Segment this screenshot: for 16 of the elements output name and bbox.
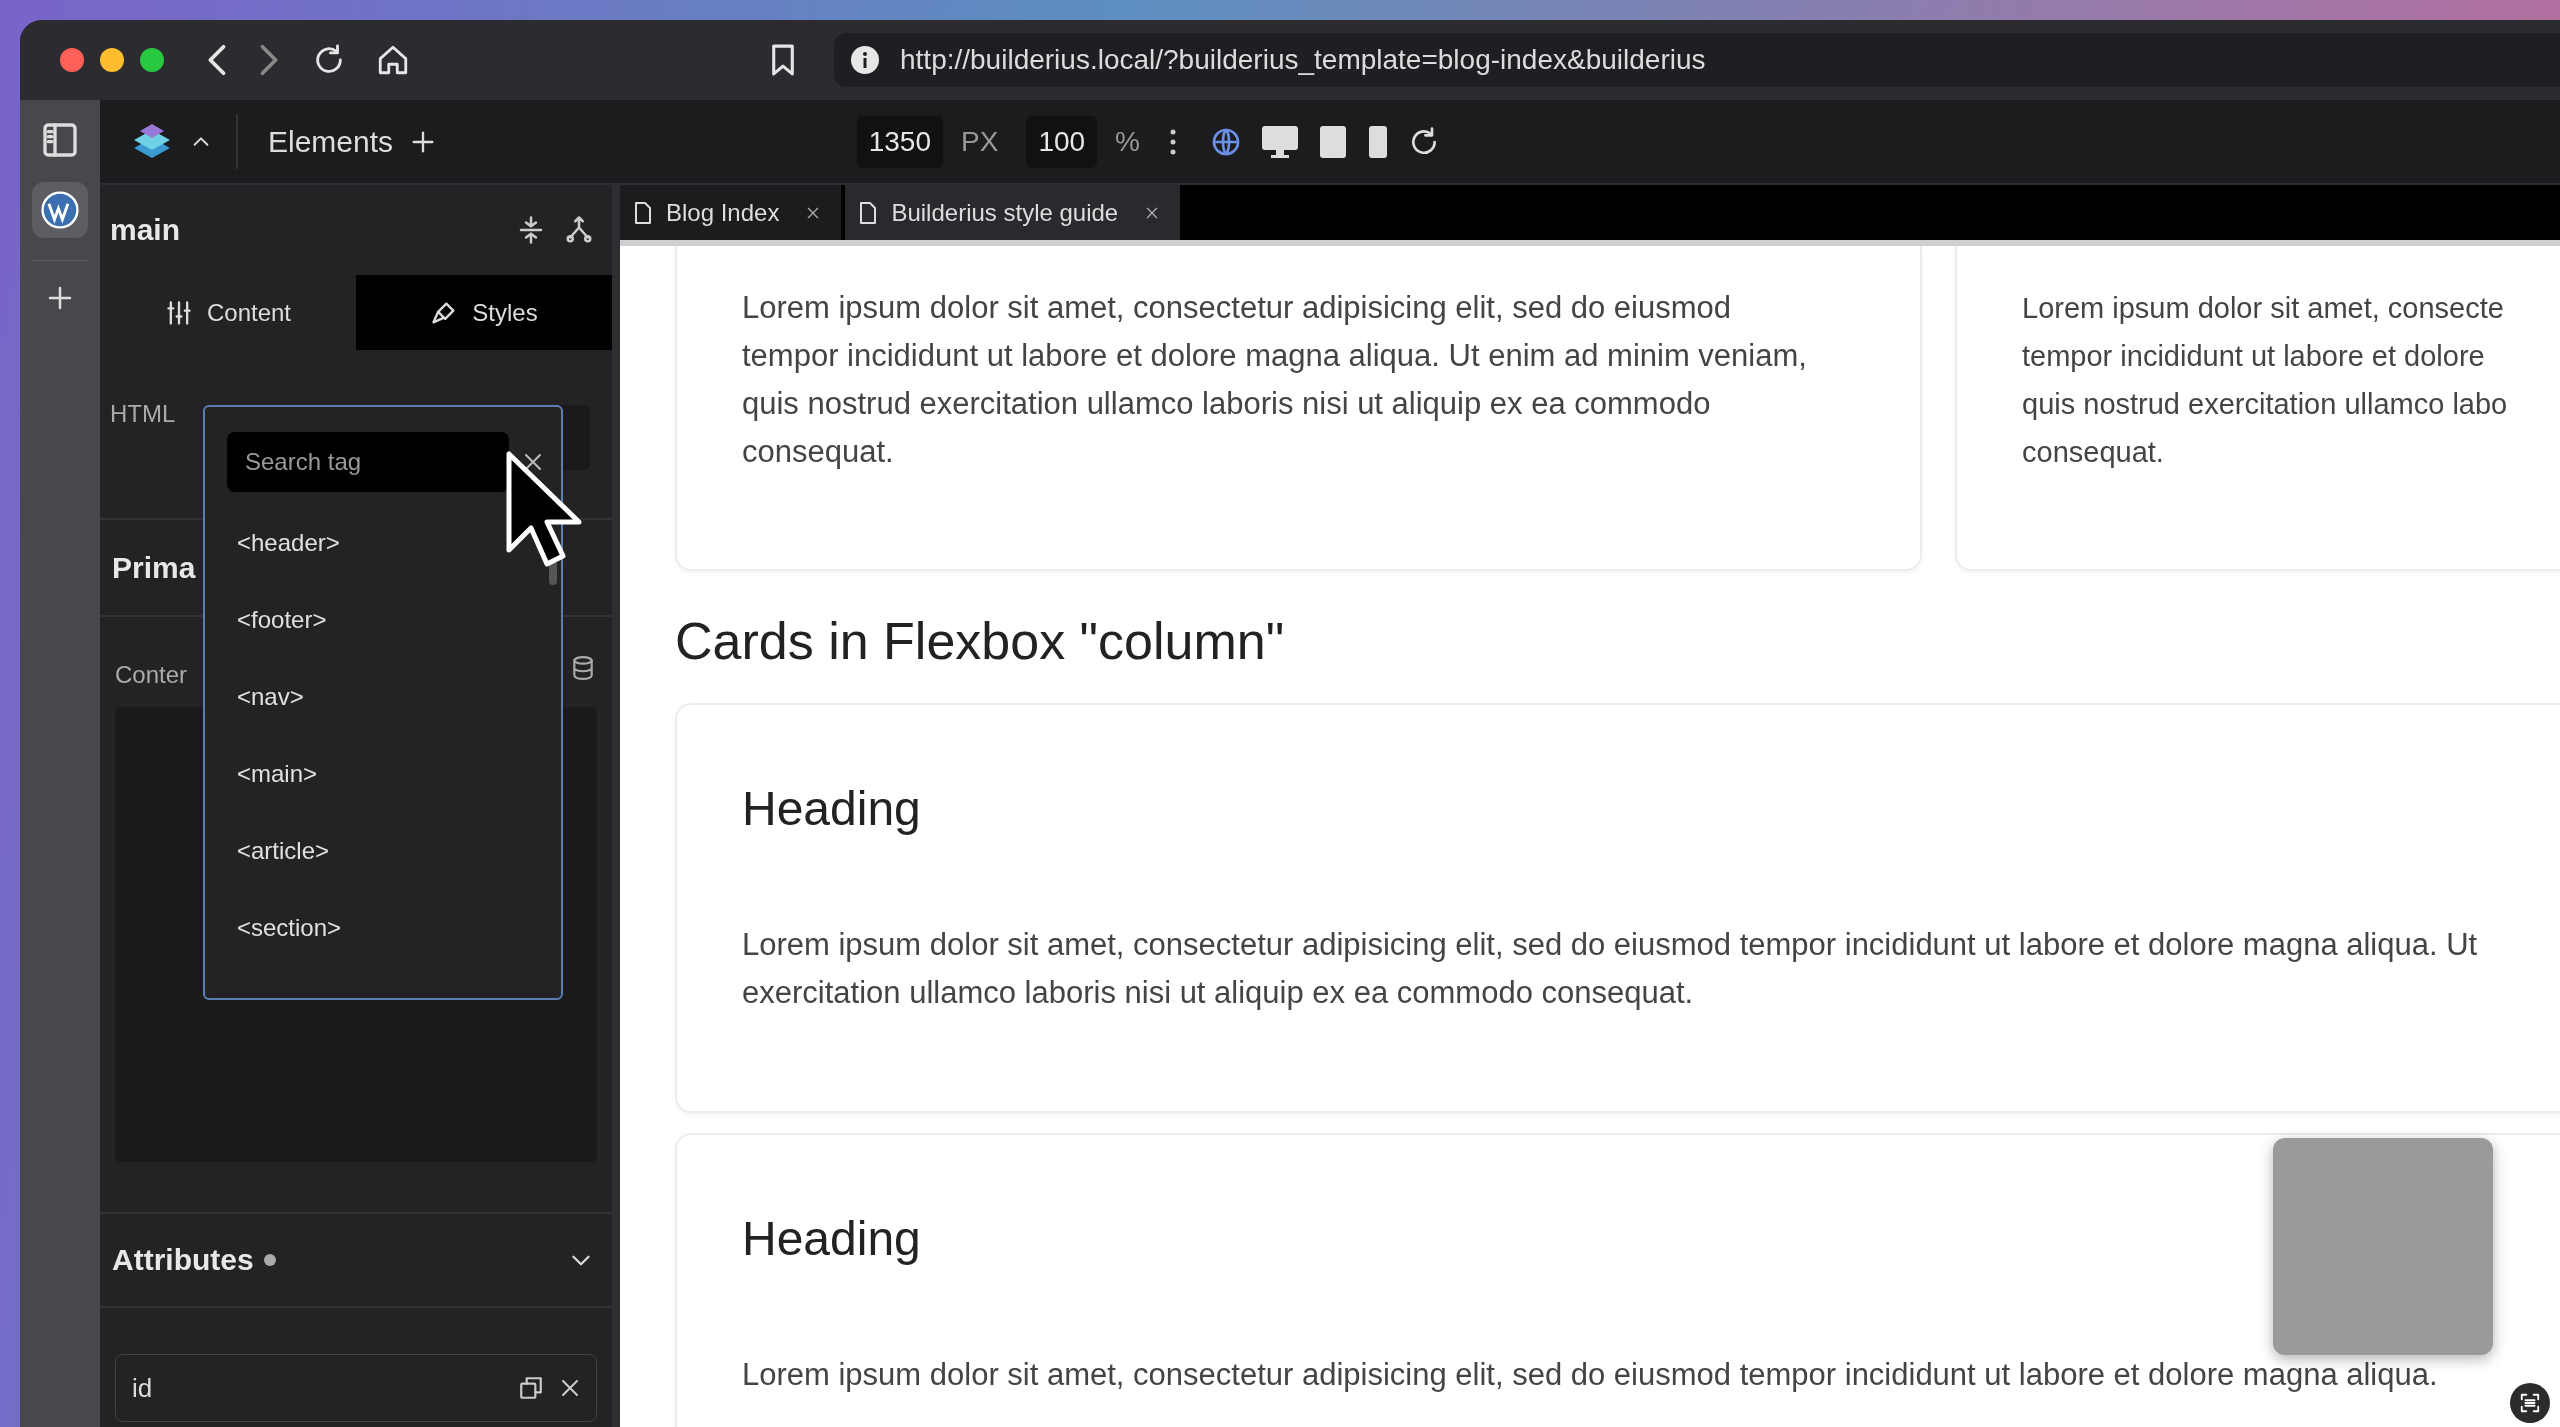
field-label: HTML: [110, 400, 176, 428]
paragraph: Lorem ipsum dolor sit amet, consectetur adipisicing elit, sed do eiusmod tempor incididunt ut labore et dolore magna aliqua. Ut exercitation ullamco laboris nisi ut aliquip ex ea commodo consequat.: [742, 926, 2479, 1012]
section-heading: Cards in Flexbox "column": [675, 611, 1286, 671]
section-title: Prima: [112, 550, 196, 585]
field-label: Conter: [115, 660, 188, 689]
url-text: http://builderius.local/?builderius_template=blog-index&builderius: [900, 44, 1706, 76]
unit-label: PX: [961, 125, 999, 158]
element-name: main: [110, 213, 181, 247]
paragraph: Lorem ipsum dolor sit amet, consecte tempor incididunt ut labore et dolore quis nostrud exercitation ullamco labo consequat.: [2022, 291, 2509, 470]
paragraph: Lorem ipsum dolor sit amet, consectetur adipisicing elit, sed do eiusmod tempor incididunt ut labore et dolore magna aliqua. Ut enim ad minim veniam, quis nostrud exercitation ullamco laboris nisi ut aliquip ex ea commodo consequat.: [742, 289, 1808, 471]
paragraph: Lorem ipsum dolor sit amet, consectetur adipisicing elit, sed do eiusmod tempor incididunt ut labore et dolore magna aliqua.: [742, 1356, 2439, 1394]
section-title: Attributes: [112, 1243, 254, 1277]
panel-title: Elements: [268, 124, 394, 159]
card-heading: Heading: [742, 1211, 922, 1267]
card-heading: Heading: [742, 781, 922, 837]
unit-label: %: [1115, 125, 1140, 158]
